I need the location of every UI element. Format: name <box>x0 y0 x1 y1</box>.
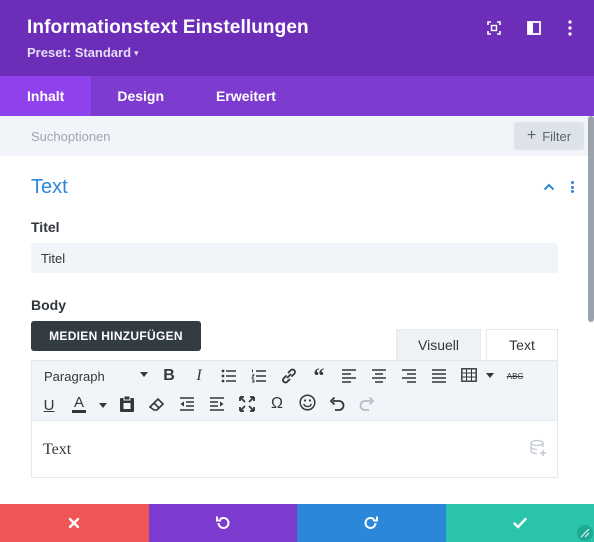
paste-icon[interactable] <box>117 394 137 414</box>
table-dropdown-icon[interactable] <box>480 366 500 386</box>
modal-footer <box>0 504 594 542</box>
editor-content[interactable]: Text <box>43 441 71 459</box>
bold-icon[interactable]: B <box>159 366 179 386</box>
title-label: Titel <box>31 219 60 235</box>
link-icon[interactable] <box>279 366 299 386</box>
chevron-down-icon: ▾ <box>134 48 139 58</box>
text-color-dropdown-icon[interactable] <box>93 396 113 416</box>
numbered-list-icon[interactable] <box>249 366 269 386</box>
plus-icon: + <box>526 127 537 144</box>
modal-header: Informationstext Einstellungen Preset: S… <box>0 0 594 76</box>
body-label: Body <box>31 297 66 313</box>
tab-text[interactable]: Text <box>486 329 558 360</box>
tab-visual[interactable]: Visuell <box>396 329 481 360</box>
split-view-icon[interactable] <box>525 19 543 37</box>
tab-design[interactable]: Design <box>91 76 190 116</box>
search-bar: Suchoptionen <box>0 116 594 156</box>
fullscreen-icon[interactable] <box>485 19 503 37</box>
justify-icon[interactable] <box>429 366 449 386</box>
omega-icon[interactable]: Ω <box>267 394 287 414</box>
add-media-button[interactable]: MEDIEN HINZUFÜGEN <box>31 321 201 351</box>
bullet-list-icon[interactable] <box>219 366 239 386</box>
tab-erweitert[interactable]: Erweitert <box>190 76 302 116</box>
settings-tabs: Inhalt Design Erweitert <box>0 76 594 116</box>
fullscreen-icon[interactable] <box>237 394 257 414</box>
filter-label: Filter <box>542 128 572 144</box>
dynamic-content-icon[interactable] <box>529 439 547 457</box>
redo-icon[interactable] <box>357 394 377 414</box>
chevron-down-icon <box>140 372 148 377</box>
text-color-icon[interactable]: A <box>69 394 89 414</box>
preset-dropdown[interactable]: Preset: Standard ▾ <box>27 45 139 60</box>
paragraph-select[interactable]: Paragraph <box>44 366 148 386</box>
chevron-up-icon[interactable] <box>542 180 556 194</box>
quote-icon[interactable]: “ <box>309 363 329 388</box>
section-title[interactable]: Text <box>31 176 68 199</box>
cancel-button[interactable] <box>0 504 149 542</box>
undo-button[interactable] <box>148 504 297 542</box>
undo-icon[interactable] <box>327 394 347 414</box>
title-input[interactable]: Titel <box>31 243 558 273</box>
strikethrough-icon[interactable]: ABC <box>504 366 526 386</box>
scrollbar[interactable] <box>588 116 594 322</box>
eraser-icon[interactable] <box>147 394 167 414</box>
checkmark-icon <box>513 517 527 529</box>
tab-inhalt[interactable]: Inhalt <box>0 76 92 116</box>
more-vertical-icon[interactable] <box>561 19 579 37</box>
search-input[interactable]: Suchoptionen <box>31 129 111 144</box>
section-more-icon[interactable] <box>566 179 578 195</box>
filter-button[interactable]: + Filter <box>514 122 584 150</box>
table-icon[interactable] <box>459 365 479 385</box>
indent-icon[interactable] <box>207 394 227 414</box>
redo-button[interactable] <box>297 504 446 542</box>
italic-icon[interactable]: I <box>189 366 209 386</box>
outdent-icon[interactable] <box>177 394 197 414</box>
modal-title: Informationstext Einstellungen <box>27 17 309 38</box>
align-right-icon[interactable] <box>399 366 419 386</box>
align-center-icon[interactable] <box>369 366 389 386</box>
close-icon <box>69 517 80 529</box>
align-left-icon[interactable] <box>339 366 359 386</box>
resize-handle-icon[interactable] <box>576 524 594 542</box>
paragraph-select-label: Paragraph <box>44 368 105 384</box>
editor-textarea[interactable] <box>31 421 558 478</box>
preset-label: Preset: Standard <box>27 45 132 60</box>
underline-icon[interactable]: U <box>39 395 59 415</box>
redo-icon <box>364 516 379 529</box>
undo-icon <box>215 516 230 529</box>
save-button[interactable] <box>445 504 594 542</box>
emoji-icon[interactable] <box>297 392 317 412</box>
